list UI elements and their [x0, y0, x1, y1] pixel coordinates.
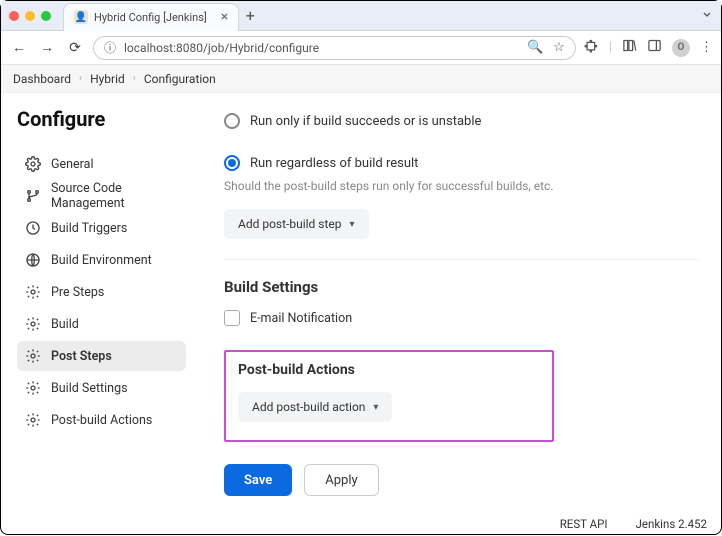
sidebar-item-build[interactable]: Build	[17, 309, 186, 339]
sidebar-item-post-steps[interactable]: Post Steps	[17, 341, 186, 371]
url-text: localhost:8080/job/Hybrid/configure	[124, 41, 319, 55]
sidebar-item-scm[interactable]: Source Code Management	[17, 181, 186, 211]
radio-label: Run only if build succeeds or is unstabl…	[250, 114, 481, 129]
chevron-down-icon: ▾	[373, 402, 378, 413]
radio-icon	[224, 155, 240, 171]
post-build-actions-heading: Post-build Actions	[238, 362, 540, 378]
divider	[224, 259, 699, 260]
address-bar[interactable]: ⓘ localhost:8080/job/Hybrid/configure 🔍 …	[93, 36, 576, 60]
gear-icon	[25, 380, 41, 396]
gear-icon	[25, 348, 41, 364]
build-settings-heading: Build Settings	[224, 278, 699, 296]
sidebar-item-general[interactable]: General	[17, 149, 186, 179]
minimize-window-icon[interactable]	[25, 11, 35, 21]
breadcrumb-item[interactable]: Configuration	[144, 72, 216, 86]
clock-icon	[25, 220, 41, 236]
rest-api-link[interactable]: REST API	[560, 517, 608, 531]
save-button[interactable]: Save	[224, 464, 292, 496]
chevron-right-icon: ›	[79, 73, 82, 84]
sidebar-item-label: Post Steps	[51, 349, 112, 364]
sidebar-item-label: Build Environment	[51, 253, 152, 268]
dropdown-label: Add post-build step	[238, 217, 342, 231]
gear-icon	[25, 284, 41, 300]
close-tab-icon[interactable]: ×	[221, 10, 228, 24]
gear-icon	[25, 412, 41, 428]
sidebar: Configure General Source Code Management…	[1, 93, 196, 512]
sidebar-item-label: Build Triggers	[51, 221, 127, 236]
sidebar-item-build-env[interactable]: Build Environment	[17, 245, 186, 275]
add-post-build-action-dropdown[interactable]: Add post-build action ▾	[238, 392, 392, 422]
form-panel: Run only if build succeeds or is unstabl…	[196, 93, 721, 512]
post-build-actions-section: Post-build Actions Add post-build action…	[224, 350, 554, 442]
form-buttons: Save Apply	[224, 464, 699, 496]
help-text: Should the post-build steps run only for…	[224, 179, 699, 193]
email-notification-checkbox-row[interactable]: E-mail Notification	[224, 310, 699, 326]
tab-overflow-icon[interactable]	[701, 8, 713, 24]
radio-option-succeeds-unstable[interactable]: Run only if build succeeds or is unstabl…	[224, 113, 699, 129]
sidebar-item-label: Source Code Management	[51, 181, 178, 211]
breadcrumb-item[interactable]: Hybrid	[90, 72, 125, 86]
zoom-icon[interactable]: 🔍	[527, 40, 543, 55]
tab-title: Hybrid Config [Jenkins]	[94, 11, 207, 24]
page-footer: REST API Jenkins 2.452	[1, 512, 721, 536]
breadcrumb-item[interactable]: Dashboard	[13, 72, 71, 86]
browser-toolbar: ← → ⟳ ⓘ localhost:8080/job/Hybrid/config…	[1, 31, 721, 65]
separator-icon: |	[609, 40, 612, 55]
side-panel-icon[interactable]	[647, 38, 662, 57]
checkbox-label: E-mail Notification	[250, 311, 352, 326]
sidebar-item-triggers[interactable]: Build Triggers	[17, 213, 186, 243]
apply-button[interactable]: Apply	[304, 464, 378, 496]
reload-button[interactable]: ⟳	[65, 40, 85, 56]
sidebar-item-label: Build	[51, 317, 79, 332]
favicon-icon: 👤	[74, 10, 88, 24]
chevron-right-icon: ›	[133, 73, 136, 84]
site-info-icon[interactable]: ⓘ	[104, 39, 116, 56]
jenkins-version-label: Jenkins 2.452	[636, 517, 707, 531]
sidebar-item-label: General	[51, 157, 94, 172]
add-post-build-step-dropdown[interactable]: Add post-build step ▾	[224, 209, 369, 239]
kebab-menu-icon[interactable]: ⋮	[700, 40, 713, 55]
sidebar-item-label: Build Settings	[51, 381, 128, 396]
gear-icon	[25, 316, 41, 332]
new-tab-button[interactable]: +	[239, 6, 261, 25]
profile-avatar[interactable]: O	[672, 39, 690, 57]
reading-list-icon[interactable]	[622, 38, 637, 57]
gear-icon	[25, 156, 41, 172]
extensions-icon[interactable]	[584, 38, 599, 57]
maximize-window-icon[interactable]	[41, 11, 51, 21]
page-title: Configure	[17, 107, 186, 131]
window-controls[interactable]	[9, 11, 51, 21]
sidebar-item-label: Pre Steps	[51, 285, 104, 300]
main-content: Configure General Source Code Management…	[1, 93, 721, 512]
branch-icon	[25, 188, 41, 204]
sidebar-item-build-settings[interactable]: Build Settings	[17, 373, 186, 403]
chevron-down-icon: ▾	[350, 219, 355, 230]
browser-tab-strip: 👤 Hybrid Config [Jenkins] × +	[1, 1, 721, 31]
sidebar-item-post-build-actions[interactable]: Post-build Actions	[17, 405, 186, 435]
globe-icon	[25, 252, 41, 268]
radio-label: Run regardless of build result	[250, 156, 418, 171]
sidebar-item-label: Post-build Actions	[51, 413, 152, 428]
sidebar-item-pre-steps[interactable]: Pre Steps	[17, 277, 186, 307]
radio-icon	[224, 113, 240, 129]
close-window-icon[interactable]	[9, 11, 19, 21]
breadcrumb: Dashboard › Hybrid › Configuration	[1, 65, 721, 93]
forward-button[interactable]: →	[37, 39, 57, 56]
browser-tab[interactable]: 👤 Hybrid Config [Jenkins] ×	[63, 3, 239, 31]
checkbox-icon[interactable]	[224, 310, 240, 326]
bookmark-icon[interactable]: ☆	[553, 40, 565, 55]
radio-option-regardless[interactable]: Run regardless of build result	[224, 155, 699, 171]
dropdown-label: Add post-build action	[252, 400, 365, 414]
back-button[interactable]: ←	[9, 39, 29, 56]
